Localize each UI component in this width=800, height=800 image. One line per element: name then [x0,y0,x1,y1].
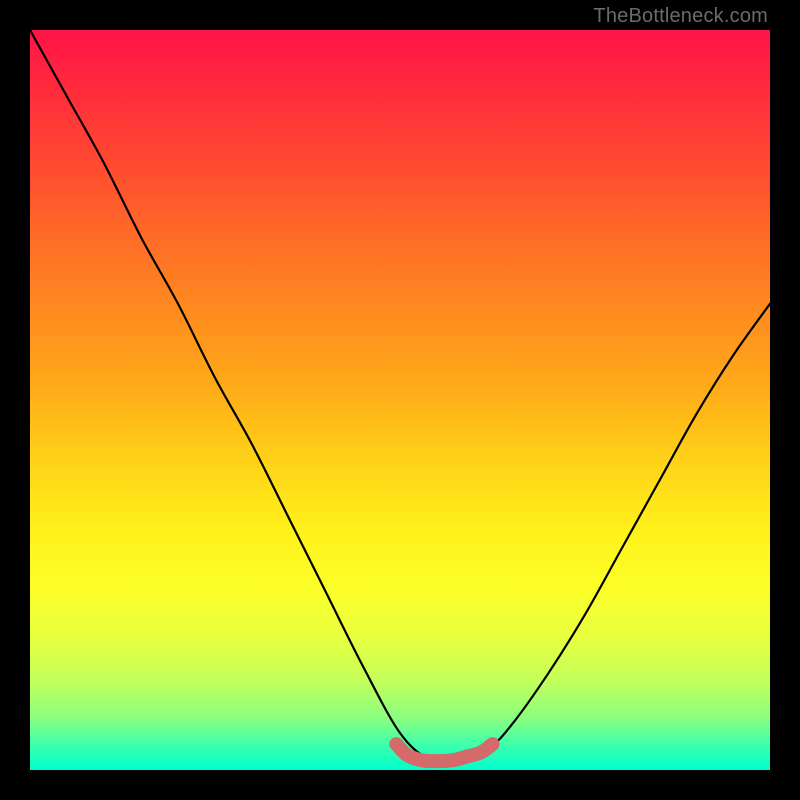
plot-svg [30,30,770,770]
plot-area [30,30,770,770]
chart-container: TheBottleneck.com [0,0,800,800]
bottleneck-curve [30,30,770,761]
watermark-text: TheBottleneck.com [593,5,768,28]
